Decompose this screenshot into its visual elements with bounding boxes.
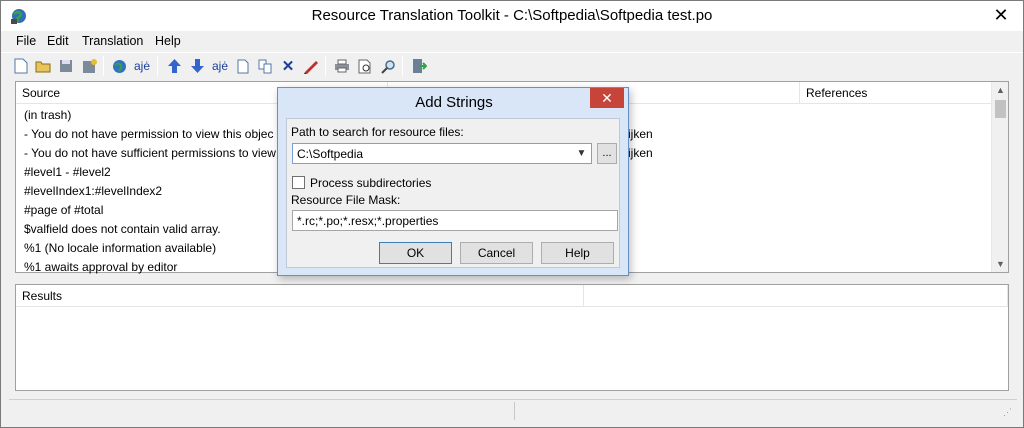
column-header-references[interactable]: References — [800, 82, 992, 104]
page-icon[interactable] — [233, 56, 253, 76]
delete-icon[interactable]: ✕ — [278, 56, 298, 76]
title-bar: Resource Translation Toolkit - C:\Softpe… — [1, 1, 1023, 31]
menu-edit[interactable]: Edit — [47, 34, 69, 48]
open-folder-icon[interactable] — [33, 56, 53, 76]
toolbar-separator — [325, 56, 326, 76]
scroll-thumb[interactable] — [995, 100, 1006, 118]
column-header-results[interactable]: Results — [16, 285, 584, 307]
dialog-close-button[interactable]: ✕ — [590, 88, 624, 108]
print-preview-icon[interactable] — [355, 56, 375, 76]
toolbar-separator — [103, 56, 104, 76]
table-row[interactable]: - You do not have sufficient permissions… — [24, 146, 276, 165]
copy-icon[interactable] — [255, 56, 275, 76]
translation-cell[interactable]: ijken — [628, 146, 653, 165]
find-icon[interactable] — [378, 56, 398, 76]
edit-pen-icon[interactable] — [301, 56, 321, 76]
mask-label: Resource File Mask: — [291, 193, 401, 207]
table-row[interactable]: #level1 - #level2 — [24, 165, 111, 184]
table-row[interactable]: %1 awaits approval by editor — [24, 260, 177, 279]
menu-file[interactable]: File — [16, 34, 36, 48]
column-header-results-extra[interactable] — [584, 285, 1008, 307]
dialog-body: Path to search for resource files: C:\So… — [286, 118, 620, 268]
table-row[interactable]: #levelIndex1:#levelIndex2 — [24, 184, 162, 203]
process-subdirectories-checkbox[interactable] — [292, 176, 305, 189]
menu-help[interactable]: Help — [155, 34, 181, 48]
window-close-button[interactable]: ✕ — [987, 4, 1015, 26]
arrow-up-icon[interactable] — [164, 56, 184, 76]
ok-button[interactable]: OK — [379, 242, 452, 264]
toolbar-separator — [157, 56, 158, 76]
translate-icon[interactable]: ajė — [210, 56, 230, 76]
status-separator — [514, 402, 515, 420]
menu-translation[interactable]: Translation — [82, 34, 143, 48]
scroll-down-icon[interactable]: ▼ — [992, 256, 1009, 272]
save-all-icon[interactable] — [79, 56, 99, 76]
window-title: Resource Translation Toolkit - C:\Softpe… — [311, 7, 713, 24]
scroll-up-icon[interactable]: ▲ — [992, 82, 1009, 98]
help-button[interactable]: Help — [541, 242, 614, 264]
toolbar: ajė ajė ✕ — [1, 52, 1023, 78]
globe-icon[interactable] — [109, 56, 129, 76]
file-mask-value: *.rc;*.po;*.resx;*.properties — [297, 214, 439, 228]
arrow-down-icon[interactable] — [187, 56, 207, 76]
file-mask-input[interactable]: *.rc;*.po;*.resx;*.properties — [292, 210, 618, 231]
table-row[interactable]: %1 (No locale information available) — [24, 241, 216, 260]
results-panel[interactable]: Results — [15, 284, 1009, 391]
status-bar: ⋰ — [9, 399, 1017, 421]
add-strings-dialog: Add Strings ✕ Path to search for resourc… — [277, 87, 629, 276]
path-value: C:\Softpedia — [297, 147, 364, 161]
vertical-scrollbar[interactable]: ▲ ▼ — [991, 82, 1008, 272]
print-icon[interactable] — [332, 56, 352, 76]
toolbar-separator — [402, 56, 403, 76]
path-label: Path to search for resource files: — [291, 125, 464, 139]
menu-bar: File Edit Translation Help — [1, 32, 1023, 52]
table-row[interactable]: #page of #total — [24, 203, 103, 222]
browse-button[interactable]: ... — [597, 143, 617, 164]
new-file-icon[interactable] — [11, 56, 31, 76]
table-row[interactable]: (in trash) — [24, 108, 71, 127]
translation-cell[interactable]: ijken — [628, 127, 653, 146]
table-row[interactable]: - You do not have permission to view thi… — [24, 127, 273, 146]
chevron-down-icon[interactable]: ▼ — [574, 145, 589, 162]
table-row[interactable]: $valfield does not contain valid array. — [24, 222, 221, 241]
cancel-button[interactable]: Cancel — [460, 242, 533, 264]
subdirs-label[interactable]: Process subdirectories — [310, 176, 431, 190]
dialog-title: Add Strings — [415, 94, 493, 111]
save-icon[interactable] — [56, 56, 76, 76]
path-combobox[interactable]: C:\Softpedia ▼ — [292, 143, 592, 164]
resize-grip-icon[interactable]: ⋰ — [1003, 407, 1015, 419]
exit-icon[interactable] — [409, 56, 429, 76]
spellcheck-icon[interactable]: ajė — [132, 56, 152, 76]
